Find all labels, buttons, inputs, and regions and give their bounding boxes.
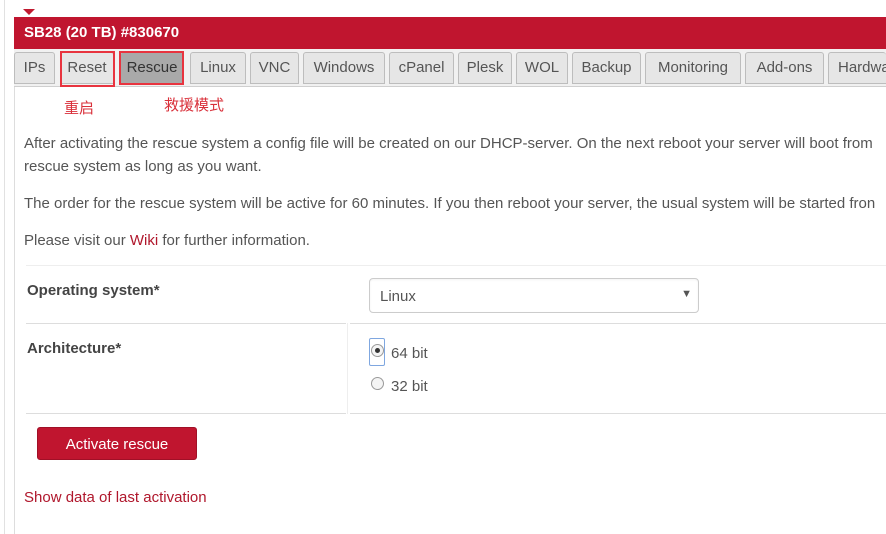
duration-paragraph: The order for the rescue system will be … xyxy=(24,195,876,212)
tab-add-ons[interactable]: Add-ons xyxy=(745,52,824,84)
os-select-value: Linux xyxy=(380,288,416,305)
tab-backup[interactable]: Backup xyxy=(572,52,641,84)
tab-wol[interactable]: WOL xyxy=(516,52,568,84)
arch-64-radio[interactable] xyxy=(371,344,384,357)
tab-plesk[interactable]: Plesk xyxy=(458,52,512,84)
collapse-caret-icon[interactable] xyxy=(23,9,35,15)
tab-windows[interactable]: Windows xyxy=(303,52,385,84)
tab-vnc[interactable]: VNC xyxy=(250,52,299,84)
server-title-bar: SB28 (20 TB) #830670 xyxy=(14,17,886,49)
server-title: SB28 (20 TB) #830670 xyxy=(24,24,180,41)
tab-ips[interactable]: IPs xyxy=(14,52,55,84)
reset-highlight-box xyxy=(60,51,115,87)
arch-32-radio[interactable] xyxy=(371,377,384,390)
form-bottom-divider-right xyxy=(350,413,886,414)
form-column-divider xyxy=(347,323,348,414)
form-bottom-divider-left xyxy=(26,413,346,414)
last-activation-link[interactable]: Show data of last activation xyxy=(24,489,207,506)
arch-32-label[interactable]: 32 bit xyxy=(391,378,428,395)
intro-paragraph-line2: rescue system as long as you want. xyxy=(24,158,262,175)
os-label: Operating system* xyxy=(27,282,160,299)
page-left-border xyxy=(4,0,5,534)
tab-cpanel[interactable]: cPanel xyxy=(389,52,454,84)
radio-checked-dot xyxy=(375,348,380,353)
tab-linux[interactable]: Linux xyxy=(190,52,246,84)
tab-monitoring[interactable]: Monitoring xyxy=(645,52,741,84)
rescue-highlight-box xyxy=(119,51,184,85)
form-row-divider-right xyxy=(350,323,886,324)
intro-paragraph-line1: After activating the rescue system a con… xyxy=(24,135,873,152)
select-arrow-icon: ▼ xyxy=(681,288,692,300)
form-top-divider xyxy=(26,265,886,266)
architecture-label: Architecture* xyxy=(27,340,122,357)
form-row-divider-left xyxy=(26,323,346,324)
tab-hardware[interactable]: Hardwa xyxy=(828,52,886,84)
activate-rescue-button[interactable]: Activate rescue system xyxy=(37,427,197,484)
wiki-paragraph: Please visit our Wiki for further inform… xyxy=(24,232,310,249)
wiki-link[interactable]: Wiki xyxy=(130,232,158,249)
arch-64-label[interactable]: 64 bit xyxy=(391,345,428,362)
os-select[interactable]: Linux ▼ xyxy=(369,278,699,313)
